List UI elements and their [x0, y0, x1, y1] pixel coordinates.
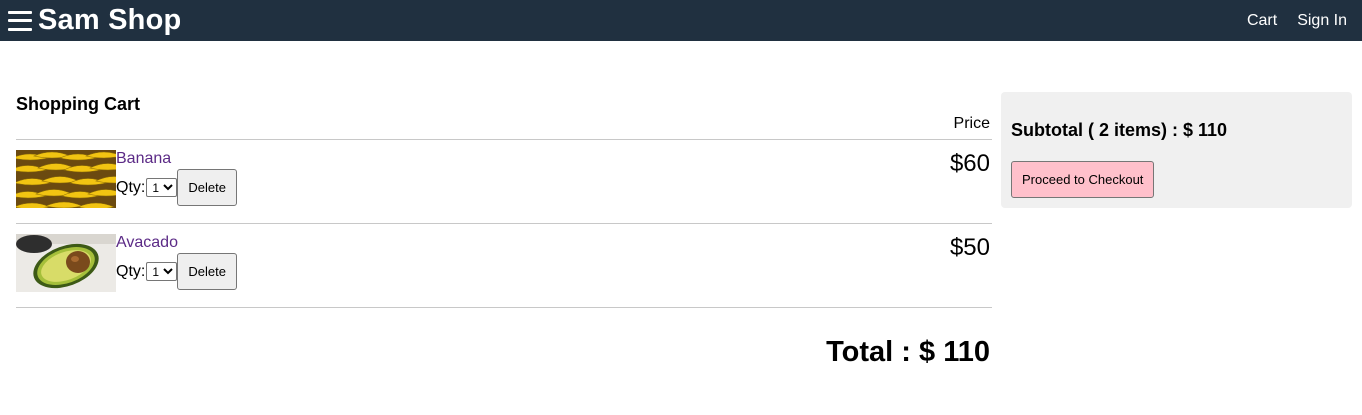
qty-control: Qty: 1 Delete: [116, 253, 237, 290]
cart-item: Avacado Qty: 1 Delete $50: [16, 224, 992, 307]
hamburger-menu-icon[interactable]: [8, 9, 32, 33]
item-price: $50: [949, 234, 990, 261]
shopping-cart: Shopping Cart Price Banana Qty: 1 Delete…: [16, 94, 992, 369]
qty-select[interactable]: 1: [146, 178, 178, 197]
checkout-button[interactable]: Proceed to Checkout: [1011, 161, 1155, 198]
cart-item: Banana Qty: 1 Delete $60: [16, 140, 992, 223]
delete-button[interactable]: Delete: [177, 253, 237, 290]
qty-select[interactable]: 1: [146, 262, 178, 281]
qty-control: Qty: 1 Delete: [116, 169, 237, 206]
banana-image[interactable]: [16, 150, 116, 208]
item-info: Banana Qty: 1 Delete: [116, 150, 237, 206]
item-name-link[interactable]: Avacado: [116, 234, 237, 252]
qty-label: Qty:: [116, 178, 146, 196]
header-nav: Cart Sign In: [1247, 12, 1347, 30]
cart-link[interactable]: Cart: [1247, 12, 1277, 30]
order-summary: Subtotal ( 2 items) : $ 110 Proceed to C…: [1001, 92, 1352, 208]
item-info: Avacado Qty: 1 Delete: [116, 234, 237, 290]
avocado-image[interactable]: [16, 234, 116, 292]
divider: [16, 307, 992, 308]
top-navbar: Sam Shop Cart Sign In: [0, 0, 1362, 41]
cart-total: Total : $ 110: [826, 336, 990, 368]
item-price: $60: [949, 150, 990, 177]
item-name-link[interactable]: Banana: [116, 150, 237, 168]
delete-button[interactable]: Delete: [177, 169, 237, 206]
brand-link[interactable]: Sam Shop: [38, 4, 181, 37]
brand: Sam Shop: [8, 4, 181, 37]
cart-title: Shopping Cart: [16, 94, 140, 114]
signin-link[interactable]: Sign In: [1297, 12, 1347, 30]
price-column-header: Price: [953, 115, 990, 132]
qty-label: Qty:: [116, 262, 146, 280]
subtotal: Subtotal ( 2 items) : $ 110: [1011, 120, 1228, 140]
